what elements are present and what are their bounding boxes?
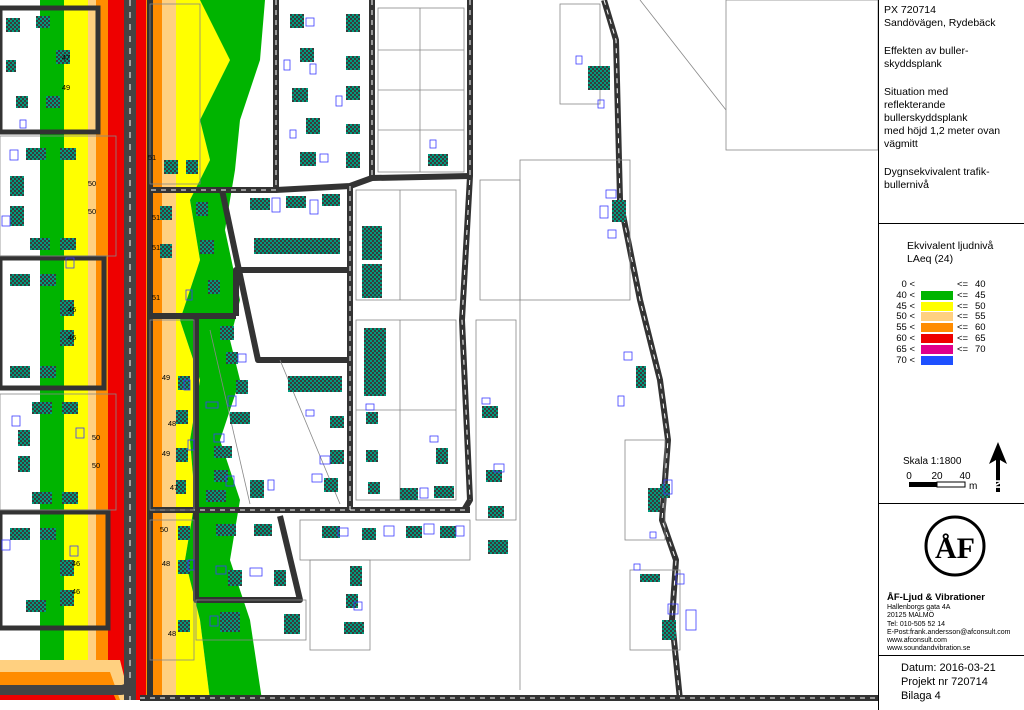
title-line: Effekten av buller-: [884, 45, 969, 57]
scale-tick: 0: [906, 471, 912, 482]
title-line: skyddsplank: [884, 58, 942, 70]
footer-appendix: Bilaga 4: [901, 690, 941, 702]
level-label: 49: [162, 373, 170, 382]
legend-lower-bound: 65 <: [896, 343, 915, 355]
noise-map[interactable]: 47 49 50 50 46 46 50 50 46 46 51 51 51 5…: [0, 0, 878, 710]
location-name: Sandövägen, Rydebäck: [884, 17, 996, 29]
legend-color-swatch: [921, 323, 953, 333]
level-label: 49: [62, 83, 70, 92]
legend-upper-bound: 40: [975, 279, 986, 290]
legend-operator: <=: [957, 311, 969, 323]
level-label: 50: [160, 525, 168, 534]
legend-color-swatch: [921, 344, 953, 354]
level-label: 50: [92, 461, 100, 470]
measure-line: bullernivå: [884, 179, 929, 191]
level-label: 51: [152, 293, 160, 302]
level-label: 48: [162, 559, 170, 568]
level-label: 46: [68, 305, 76, 314]
level-label: 47: [170, 483, 178, 492]
contact-line: Tel: 010-505 52 14: [887, 620, 945, 628]
legend-section: Ekvivalent ljudnivå LAeq (24) 0 < <= 40 40 …: [879, 224, 1024, 504]
situation-line: bullerskyddsplank: [884, 112, 968, 124]
legend-color-swatch: [921, 312, 953, 322]
legend-lower-bound: 50 <: [896, 311, 915, 323]
level-label: 46: [72, 559, 80, 568]
legend-color-swatch: [921, 355, 953, 365]
situation-line: vägmitt: [884, 138, 918, 150]
legend-subtitle: LAeq (24): [907, 253, 954, 265]
level-label: 48: [168, 419, 176, 428]
legend-upper-bound: 60: [975, 322, 986, 334]
company-logo: ÅF: [924, 515, 986, 577]
legend-color-swatch: [921, 334, 953, 343]
legend-lower-bound: 45 <: [896, 300, 915, 312]
legend-operator: <=: [957, 279, 969, 290]
legend-operator: <=: [957, 333, 969, 344]
legend-title: Ekvivalent ljudnivå: [907, 240, 994, 252]
street-dashes: [140, 0, 878, 701]
level-label: 47: [62, 53, 70, 62]
level-label: 48: [168, 629, 176, 638]
level-label: 50: [88, 179, 96, 188]
footer-section: Datum: 2016-03-21 Projekt nr 720714 Bila…: [879, 656, 1024, 710]
scale-label: Skala 1:1800: [903, 456, 962, 467]
company-name: ÅF-Ljud & Vibrationer: [887, 592, 985, 603]
situation-line: med höjd 1,2 meter ovan: [884, 125, 1001, 137]
legend-upper-bound: 45: [975, 289, 986, 301]
info-section: PX 720714 Sandövägen, Rydebäck Effekten …: [879, 0, 1024, 224]
svg-text:N: N: [990, 479, 1005, 488]
legend-operator: <=: [957, 289, 969, 301]
situation-line: reflekterande: [884, 99, 946, 111]
legend-lower-bound: 0 <: [901, 279, 915, 290]
north-arrow-icon: N: [989, 442, 1007, 492]
legend-operator: <=: [957, 300, 969, 312]
level-label: 46: [68, 333, 76, 342]
legend-upper-bound: 65: [975, 333, 986, 344]
legend-upper-bound: 70: [975, 343, 986, 355]
footer-project: Projekt nr 720714: [901, 676, 988, 688]
level-label: 49: [162, 449, 170, 458]
situation-line: Situation med: [884, 86, 949, 98]
legend-color-swatch: [921, 290, 953, 300]
legend-color-swatch: [921, 280, 953, 289]
legend-lower-bound: 70 <: [896, 354, 915, 366]
logo-text: ÅF: [935, 532, 975, 565]
legend-lower-bound: 55 <: [896, 322, 915, 334]
legend-upper-bound: 55: [975, 311, 986, 323]
company-contact: Hallenborgs gata 4A 20125 MALMÖ Tel: 010…: [887, 604, 1010, 654]
contact-line: E-Post:frank.andersson@afconsult.com: [887, 628, 1011, 636]
legend-lower-bound: 40 <: [896, 289, 915, 301]
measure-line: Dygnsekvivalent trafik-: [884, 166, 990, 178]
level-label: 46: [72, 587, 80, 596]
contact-line: 20125 MALMÖ: [887, 612, 935, 620]
legend-color-swatch: [921, 301, 953, 311]
level-label: 50: [88, 207, 96, 216]
legend-panel: PX 720714 Sandövägen, Rydebäck Effekten …: [878, 0, 1024, 710]
level-label: 51: [148, 153, 156, 162]
company-section: ÅF ÅF-Ljud & Vibrationer Hallenborgs gat…: [879, 504, 1024, 656]
legend-scale: 0 < <= 40 40 < <= 45 45 < <= 50 50 < <= 55 55 < <= 60 6…: [883, 279, 1013, 369]
legend-lower-bound: 60 <: [896, 333, 915, 344]
project-code: PX 720714: [884, 4, 936, 16]
contact-line: www.soundandvibration.se: [887, 645, 971, 653]
level-label: 51: [152, 213, 160, 222]
level-label: 50: [92, 433, 100, 442]
scale-tick: 20: [931, 471, 943, 482]
legend-upper-bound: 50: [975, 300, 986, 312]
legend-operator: <=: [957, 343, 969, 355]
local-streets: [140, 0, 878, 701]
contact-line: www.afconsult.com: [887, 637, 947, 645]
footer-date: Datum: 2016-03-21: [901, 662, 996, 674]
level-label: 51: [152, 243, 160, 252]
scale-unit: m: [969, 481, 977, 492]
legend-operator: <=: [957, 322, 969, 334]
scale-bar: 0 20 40 m: [906, 471, 977, 492]
